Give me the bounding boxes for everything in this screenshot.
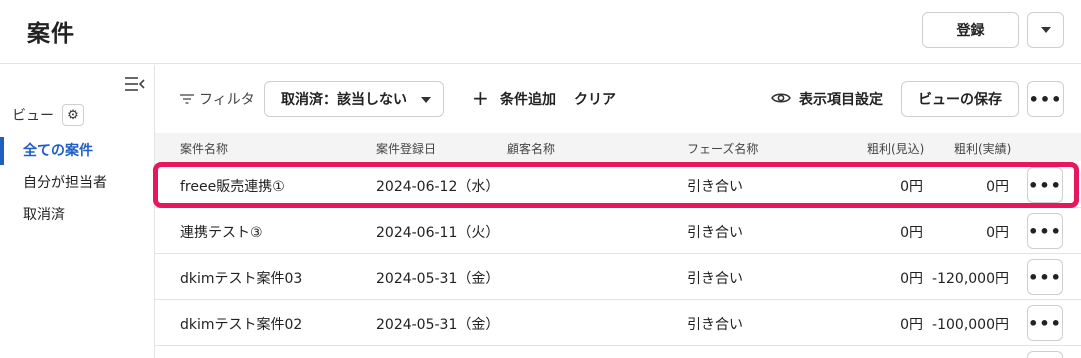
clear-button[interactable]: クリア [574, 89, 616, 109]
deal-name[interactable]: 連携テスト③ [180, 222, 263, 242]
column-header-phase[interactable]: フェーズ名称 [687, 140, 758, 157]
table-row[interactable]: dkimテスト案件02 2024-05-31（金） 引き合い 0円 -100,0… [155, 300, 1081, 346]
profit-actual: -120,000円 [932, 271, 1009, 287]
sidebar-item-all-deals[interactable]: 全ての案件 [0, 137, 154, 165]
sidebar: ビュー ⚙ 全ての案件 自分が担当者 取消済 [0, 65, 155, 358]
table-row[interactable]: dkimテスト案件03 2024-05-31（金） 引き合い 0円 -120,0… [155, 254, 1081, 300]
collapse-sidebar-icon[interactable] [124, 75, 146, 93]
row-more-button[interactable]: ••• [1027, 213, 1063, 249]
profit-actual: -100,000円 [932, 317, 1009, 333]
gear-icon[interactable]: ⚙ [62, 104, 84, 126]
profit-actual: 0円 [986, 179, 1009, 195]
page-header: 案件 登録 [0, 0, 1081, 64]
deal-date: 2024-05-31（金） [376, 317, 500, 333]
chevron-down-icon [1040, 27, 1051, 33]
sidebar-item-cancelled[interactable]: 取消済 [0, 201, 154, 229]
filter-condition-select[interactable]: 取消済：該当しない [264, 81, 444, 117]
profit-estimate: 0円 [900, 225, 923, 241]
table-row[interactable]: 連携テスト③ 2024-06-11（火） 引き合い 0円 0円 ••• [155, 208, 1081, 254]
deal-date: 2024-06-11（火） [376, 225, 500, 241]
register-menu-button[interactable] [1027, 12, 1064, 48]
row-more-button[interactable]: ••• [1027, 305, 1063, 341]
chevron-down-icon [421, 97, 431, 103]
row-more-button[interactable]: ••• [1027, 167, 1063, 203]
column-header-profit-est[interactable]: 粗利(見込) [867, 140, 924, 157]
table-header: 案件名称 案件登録日 顧客名称 フェーズ名称 粗利(見込) 粗利(実績) [155, 133, 1081, 161]
deal-name[interactable]: dkimテスト案件03 [180, 268, 302, 288]
filter-icon [180, 94, 194, 104]
phase-name: 引き合い [687, 317, 743, 333]
deal-date: 2024-06-12（水） [376, 179, 500, 195]
profit-estimate: 0円 [900, 317, 923, 333]
page-title: 案件 [27, 21, 75, 47]
display-settings-button[interactable]: 表示項目設定 [799, 89, 883, 109]
plus-icon[interactable]: + [472, 86, 489, 110]
table-row[interactable]: freee販売連携① 2024-06-12（水） 引き合い 0円 0円 ••• [155, 162, 1081, 208]
deal-date: 2024-05-31（金） [376, 271, 500, 287]
register-button[interactable]: 登録 [922, 12, 1019, 48]
filter-label[interactable]: フィルタ [199, 89, 255, 109]
column-header-date[interactable]: 案件登録日 [376, 140, 436, 157]
row-more-button[interactable] [1027, 351, 1063, 358]
deal-name[interactable]: freee販売連携① [180, 176, 285, 196]
filter-condition-value: 取消済：該当しない [281, 92, 407, 108]
column-header-name[interactable]: 案件名称 [180, 140, 228, 157]
add-condition-button[interactable]: 条件追加 [500, 89, 556, 109]
profit-actual: 0円 [986, 225, 1009, 241]
phase-name: 引き合い [687, 225, 743, 241]
column-header-profit-act[interactable]: 粗利(実績) [954, 140, 1011, 157]
profit-estimate: 0円 [900, 179, 923, 195]
save-view-button[interactable]: ビューの保存 [901, 81, 1019, 117]
column-header-customer[interactable]: 顧客名称 [507, 140, 555, 157]
deal-name[interactable]: dkimテスト案件02 [180, 314, 302, 334]
row-more-button[interactable]: ••• [1027, 259, 1063, 295]
profit-estimate: 0円 [900, 271, 923, 287]
phase-name: 引き合い [687, 179, 743, 195]
view-label: ビュー [12, 108, 54, 124]
more-options-button[interactable]: ••• [1027, 81, 1064, 117]
eye-icon[interactable] [771, 91, 791, 105]
phase-name: 引き合い [687, 271, 743, 287]
sidebar-item-mine[interactable]: 自分が担当者 [0, 169, 154, 197]
table-row[interactable] [155, 346, 1081, 358]
